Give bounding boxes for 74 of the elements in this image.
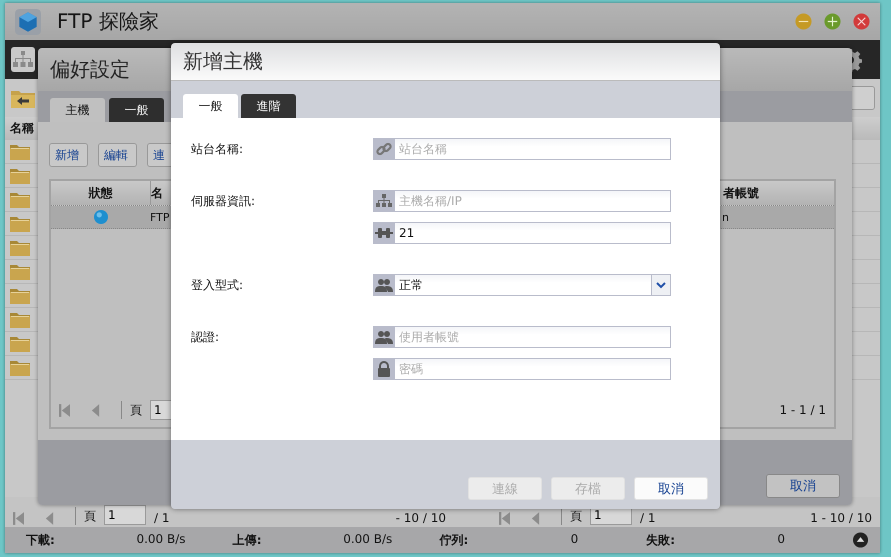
close-button[interactable]	[853, 13, 870, 30]
previous-page-icon[interactable]	[90, 404, 101, 416]
folder-icon	[10, 360, 30, 376]
field-label: 登入型式:	[191, 276, 244, 294]
input-field[interactable]: 主機名稱/IP	[395, 190, 671, 212]
folder-icon	[10, 336, 30, 352]
page-field[interactable]: 1	[104, 505, 146, 525]
input-field[interactable]: 站台名稱	[395, 138, 671, 160]
column-header[interactable]: 名稱	[10, 120, 34, 137]
toolbar-button[interactable]: 新增	[49, 143, 88, 167]
users-icon	[375, 330, 393, 344]
previous-page-icon[interactable]	[530, 512, 541, 525]
toolbar-button[interactable]: 編輯	[98, 143, 137, 167]
first-page-icon[interactable]	[499, 512, 510, 525]
input-field[interactable]: 使用者帳號	[395, 326, 671, 348]
window-title: FTP 探險家	[57, 8, 159, 35]
select-field[interactable]: 正常	[395, 274, 651, 296]
dialog-button[interactable]: 取消	[634, 477, 708, 500]
input-field[interactable]: 21	[395, 222, 671, 244]
page-label: 頁	[84, 508, 96, 525]
previous-page-icon[interactable]	[44, 512, 55, 525]
status-icon	[94, 210, 108, 224]
folder-icon	[10, 216, 30, 232]
status-value: 0	[776, 532, 786, 548]
sitemap-icon	[376, 194, 392, 208]
tab[interactable]: 主機	[50, 98, 105, 122]
minimize-button[interactable]	[795, 13, 812, 30]
folder-icon	[10, 168, 30, 184]
dialog-title: 新增主機	[183, 48, 263, 75]
folder-icon	[10, 240, 30, 256]
cancel-button[interactable]: 取消	[766, 474, 840, 498]
page-label: 頁	[130, 402, 142, 418]
column-header[interactable]: 者帳號	[723, 181, 834, 205]
item-range: - 10 / 10	[396, 511, 446, 525]
item-range: 1 - 10 / 10	[810, 511, 872, 525]
field-label: 站台名稱:	[191, 140, 244, 158]
folder-icon	[10, 144, 30, 160]
column-header[interactable]: 狀態	[51, 181, 151, 205]
lock-icon	[377, 361, 391, 377]
page-label: 頁	[570, 508, 582, 525]
status-label: 上傳:	[232, 532, 263, 548]
users-icon	[375, 278, 393, 292]
status-value: 0	[570, 532, 580, 548]
table-cell-text: n	[722, 210, 730, 226]
link-icon	[376, 141, 392, 157]
table-cell-text: FTP	[150, 210, 170, 226]
folder-icon	[10, 312, 30, 328]
page-total: / 1	[154, 511, 170, 525]
field-label: 伺服器資訊:	[191, 192, 256, 210]
caret-icon	[656, 282, 666, 288]
folder-icon	[10, 192, 30, 208]
dropdown-button[interactable]	[651, 274, 671, 296]
status-label: 佇列:	[439, 532, 470, 548]
maximize-button[interactable]	[824, 13, 841, 30]
input-field[interactable]: 密碼	[395, 358, 671, 380]
status-label: 下載:	[26, 532, 56, 548]
tab[interactable]: 一般	[109, 98, 164, 122]
item-range: 1 - 1 / 1	[779, 403, 826, 417]
status-value: 0.00 B/s	[342, 532, 394, 548]
folder-back-icon[interactable]	[11, 88, 35, 108]
status-value: 0.00 B/s	[135, 532, 187, 548]
folder-icon	[10, 264, 30, 280]
plug-icon	[375, 227, 393, 239]
tab[interactable]: 進階	[241, 94, 296, 118]
page-total: / 1	[640, 511, 656, 525]
field-label: 認證:	[191, 328, 220, 346]
dialog-title: 偏好設定	[50, 56, 130, 83]
cube-icon	[15, 8, 41, 34]
first-page-icon[interactable]	[59, 404, 70, 416]
first-page-icon[interactable]	[13, 512, 24, 525]
folder-icon	[10, 288, 30, 304]
tab[interactable]: 一般	[183, 94, 238, 118]
sitemap-button[interactable]	[11, 47, 35, 72]
status-label: 失敗:	[646, 532, 676, 548]
